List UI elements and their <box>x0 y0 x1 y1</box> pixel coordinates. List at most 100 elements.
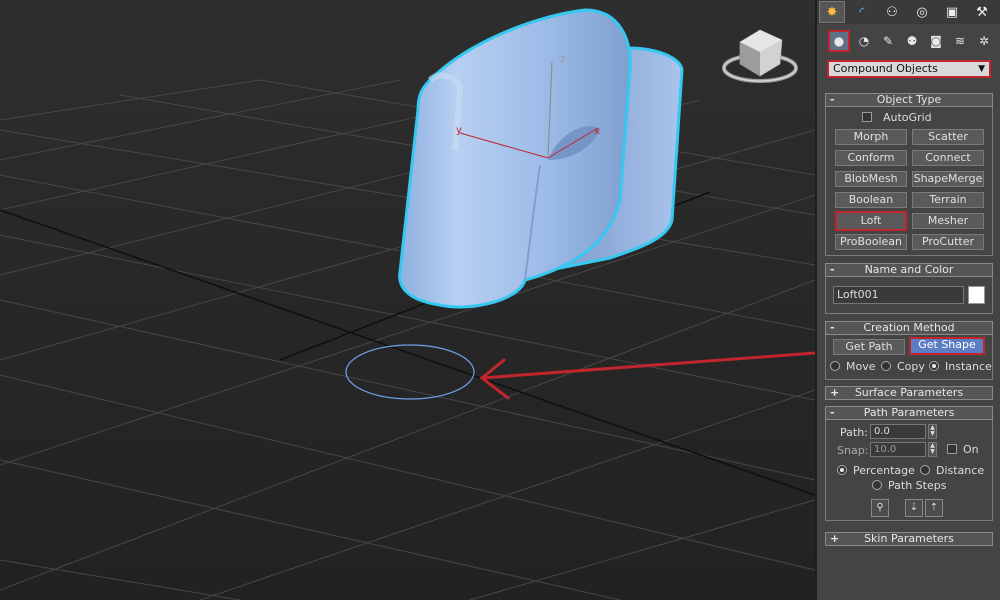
expand-icon: + <box>830 532 840 545</box>
instance-label: Instance <box>945 360 992 373</box>
motion-tab-icon: ◎ <box>916 4 928 20</box>
next-shape-icon[interactable]: ⇡ <box>925 499 943 517</box>
instance-radio[interactable] <box>929 361 939 371</box>
create-tab[interactable]: ✸ <box>819 1 845 23</box>
move-radio[interactable] <box>830 361 840 371</box>
annotation-arrow <box>479 351 815 400</box>
command-panel-tabs: ✸ ◜ ⚇ ◎ ▣ ⚒ <box>817 0 1000 24</box>
cameras-category-button[interactable]: ⚉ <box>901 30 923 52</box>
object-name-field[interactable]: Loft001 <box>833 286 964 304</box>
path-steps-radio[interactable] <box>872 480 882 490</box>
motion-tab[interactable]: ◎ <box>909 1 935 23</box>
utilities-tab-icon: ⚒ <box>976 4 988 20</box>
pick-shape-icon[interactable]: ⚲ <box>871 499 889 517</box>
surface-parameters-title: Surface Parameters <box>854 386 964 399</box>
copy-label: Copy <box>897 360 925 373</box>
collapse-icon: - <box>830 263 835 276</box>
viewport-canvas[interactable]: z y x <box>0 0 815 600</box>
display-tab[interactable]: ▣ <box>939 1 965 23</box>
lights-category-button[interactable]: ✎ <box>877 30 899 52</box>
expand-icon: + <box>830 386 840 399</box>
modify-tab[interactable]: ◜ <box>849 1 875 23</box>
autogrid-label: AutoGrid <box>883 111 932 124</box>
creation-method-header[interactable]: - Creation Method <box>825 321 993 335</box>
shapemerge-button[interactable]: ShapeMerge <box>912 171 984 187</box>
loft-object[interactable] <box>398 8 684 309</box>
connect-button[interactable]: Connect <box>912 150 984 166</box>
get-shape-button[interactable]: Get Shape <box>909 337 985 355</box>
object-type-dropdown[interactable]: Compound Objects ▼ <box>827 60 991 78</box>
procutter-button[interactable]: ProCutter <box>912 234 984 250</box>
get-path-button[interactable]: Get Path <box>833 339 905 355</box>
command-panel: ✸ ◜ ⚇ ◎ ▣ ⚒ ● ◔ ✎ ⚉ ◙ ≋ ✲ Compound Objec… <box>815 0 1000 600</box>
previous-shape-icon[interactable]: ⇣ <box>905 499 923 517</box>
helpers-category-button[interactable]: ◙ <box>925 30 947 52</box>
loft-button[interactable]: Loft <box>835 211 907 231</box>
hierarchy-tab[interactable]: ⚇ <box>879 1 905 23</box>
scatter-button[interactable]: Scatter <box>912 129 984 145</box>
percentage-label: Percentage <box>853 464 915 477</box>
path-parameters-title: Path Parameters <box>863 406 955 419</box>
snap-on-label: On <box>963 443 979 456</box>
collapse-icon: - <box>830 321 835 334</box>
path-value-field[interactable]: 0.0 <box>870 424 926 439</box>
object-type-title: Object Type <box>876 93 942 106</box>
shapes-icon: ◔ <box>858 34 870 48</box>
creation-method-title: Creation Method <box>863 321 955 334</box>
space-warps-icon: ≋ <box>954 34 966 48</box>
skin-parameters-title: Skin Parameters <box>864 532 954 545</box>
terrain-button[interactable]: Terrain <box>912 192 984 208</box>
axis-label-x: x <box>594 126 600 137</box>
object-type-header[interactable]: - Object Type <box>825 93 993 107</box>
path-parameters-header[interactable]: - Path Parameters <box>825 406 993 420</box>
utilities-tab[interactable]: ⚒ <box>969 1 995 23</box>
snap-value-field[interactable]: 10.0 <box>870 442 926 457</box>
surface-parameters-header[interactable]: + Surface Parameters <box>825 386 993 400</box>
perspective-viewport[interactable]: z y x <box>0 0 815 600</box>
snap-label: Snap: <box>837 444 869 457</box>
distance-radio[interactable] <box>920 465 930 475</box>
collapse-icon: - <box>830 406 835 419</box>
create-tab-icon: ✸ <box>826 4 838 20</box>
blobmesh-button[interactable]: BlobMesh <box>835 171 907 187</box>
space-warps-category-button[interactable]: ≋ <box>949 30 971 52</box>
hierarchy-tab-icon: ⚇ <box>886 4 898 20</box>
systems-category-button[interactable]: ✲ <box>973 30 995 52</box>
collapse-icon: - <box>830 93 835 106</box>
name-color-title: Name and Color <box>864 263 954 276</box>
object-categories: ● ◔ ✎ ⚉ ◙ ≋ ✲ <box>817 28 1000 54</box>
dropdown-value: Compound Objects <box>833 62 938 75</box>
geometry-icon: ● <box>833 34 845 48</box>
object-color-swatch[interactable] <box>968 286 985 304</box>
skin-parameters-header[interactable]: + Skin Parameters <box>825 532 993 546</box>
snap-spinner[interactable]: ▲ ▼ <box>928 442 937 457</box>
mesher-button[interactable]: Mesher <box>912 213 984 229</box>
percentage-radio[interactable] <box>837 465 847 475</box>
move-label: Move <box>846 360 876 373</box>
systems-icon: ✲ <box>978 34 990 48</box>
snap-on-checkbox[interactable] <box>947 444 957 454</box>
axis-label-z: z <box>560 54 565 65</box>
lights-icon: ✎ <box>882 34 894 48</box>
viewcube-icon[interactable] <box>722 29 798 83</box>
proboolean-button[interactable]: ProBoolean <box>835 234 907 250</box>
cameras-icon: ⚉ <box>906 34 918 48</box>
display-tab-icon: ▣ <box>945 4 959 20</box>
chevron-down-icon: ▼ <box>978 64 985 74</box>
conform-button[interactable]: Conform <box>835 150 907 166</box>
name-color-header[interactable]: - Name and Color <box>825 263 993 277</box>
geometry-category-button[interactable]: ● <box>828 30 850 52</box>
distance-label: Distance <box>936 464 985 477</box>
copy-radio[interactable] <box>881 361 891 371</box>
shapes-category-button[interactable]: ◔ <box>853 30 875 52</box>
autogrid-checkbox[interactable] <box>862 112 872 122</box>
ground-grid <box>0 79 815 600</box>
path-spinner[interactable]: ▲ ▼ <box>928 424 937 439</box>
path-label: Path: <box>840 426 868 439</box>
morph-button[interactable]: Morph <box>835 129 907 145</box>
axis-label-y: y <box>456 125 462 136</box>
modify-tab-icon: ◜ <box>859 4 865 20</box>
boolean-button[interactable]: Boolean <box>835 192 907 208</box>
path-steps-label: Path Steps <box>888 479 947 492</box>
helpers-icon: ◙ <box>930 34 942 48</box>
